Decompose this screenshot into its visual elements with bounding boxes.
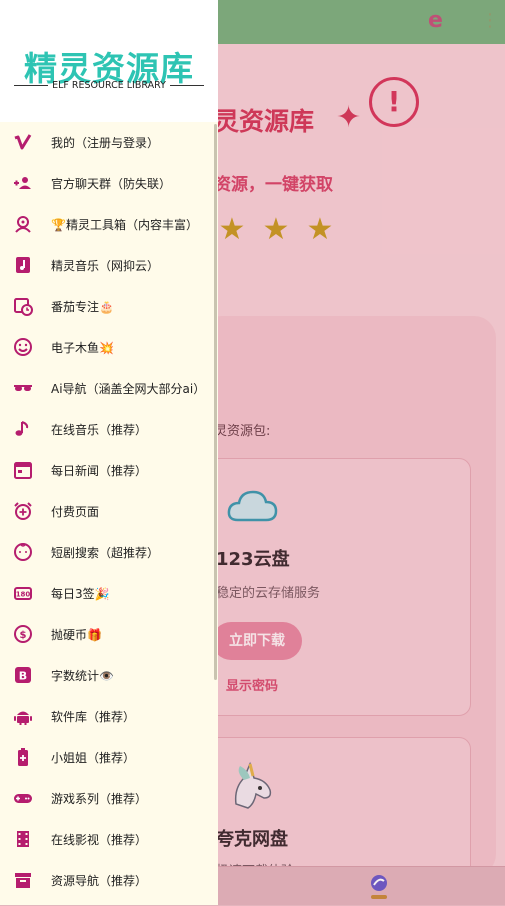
menu-item-online-music[interactable]: 在线音乐（推荐） [0, 409, 218, 450]
toolbox-icon [15, 216, 31, 233]
menu-item-toolbox[interactable]: 🏆精灵工具箱（内容丰富） [0, 204, 218, 245]
blogger-icon: B [15, 667, 31, 683]
alarm-icon [14, 502, 32, 520]
divider [169, 85, 204, 86]
menu-item-ai-nav[interactable]: Ai导航（涵盖全网大部分ai） [0, 368, 218, 409]
drawer-scrollbar[interactable] [214, 124, 217, 680]
calendar-icon [14, 462, 32, 479]
menu-item-label: 小姐姐（推荐） [51, 751, 136, 765]
menu-item-label: 字数统计👁️ [51, 669, 114, 683]
menu-item-label: Ai导航（涵盖全网大部分ai） [51, 382, 206, 396]
menu-item-games[interactable]: 游戏系列（推荐） [0, 778, 218, 819]
menu-item-wooden-fish[interactable]: 电子木鱼💥 [0, 327, 218, 368]
music-icon [15, 421, 29, 436]
menu-item-chat-group[interactable]: 官方聊天群（防失联） [0, 163, 218, 204]
menu-item-online-video[interactable]: 在线影视（推荐） [0, 819, 218, 860]
counter-icon: 180 [14, 587, 32, 600]
menu-item-label: 我的（注册与登录） [51, 136, 160, 150]
menu-item-label: 短剧搜索（超推荐） [51, 546, 160, 560]
music-note-icon [16, 257, 30, 273]
menu-item-drama-search[interactable]: 短剧搜索（超推荐） [0, 532, 218, 573]
svg-text:B: B [19, 670, 27, 683]
menu-item-label: 精灵音乐（网抑云） [51, 259, 160, 273]
menu-item-software-library[interactable]: 软件库（推荐） [0, 696, 218, 737]
navigation-drawer: 精灵资源库 ELF RESOURCE LIBRARY 我的（注册与登录） 官方聊… [0, 0, 218, 905]
svg-text:180: 180 [16, 591, 31, 599]
menu-item-daily-news[interactable]: 每日新闻（推荐） [0, 450, 218, 491]
menu-item-my-account[interactable]: 我的（注册与登录） [0, 122, 218, 163]
drawer-menu: 我的（注册与登录） 官方聊天群（防失联） 🏆精灵工具箱（内容丰富） 精灵音乐（网… [0, 122, 218, 901]
calendar-clock-icon [14, 298, 33, 316]
android-icon [14, 711, 32, 725]
menu-item-label: 官方聊天群（防失联） [51, 177, 172, 191]
menu-item-resource-nav[interactable]: 资源导航（推荐） [0, 860, 218, 901]
menu-item-label: 抛硬币🎁 [51, 628, 102, 642]
drawer-header: 精灵资源库 ELF RESOURCE LIBRARY [0, 0, 218, 122]
menu-item-music-netease[interactable]: 精灵音乐（网抑云） [0, 245, 218, 286]
logo-subtitle: ELF RESOURCE LIBRARY [52, 80, 166, 91]
menu-item-label: 在线音乐（推荐） [51, 423, 148, 437]
menu-item-label: 番茄专注🎂 [51, 300, 114, 314]
menu-item-label: 每日新闻（推荐） [51, 464, 148, 478]
menu-item-word-count[interactable]: B 字数统计👁️ [0, 655, 218, 696]
menu-item-paid-page[interactable]: 付费页面 [0, 491, 218, 532]
battery-plus-icon [18, 748, 28, 766]
menu-item-label: 付费页面 [51, 505, 100, 519]
menu-item-label: 软件库（推荐） [51, 710, 136, 724]
emoji-icon [14, 338, 32, 356]
menu-item-xiaojiejie[interactable]: 小姐姐（推荐） [0, 737, 218, 778]
menu-item-daily-draw[interactable]: 180 每日3签🎉 [0, 573, 218, 614]
logo-subtitle-row: ELF RESOURCE LIBRARY [14, 80, 204, 91]
menu-item-label: 在线影视（推荐） [51, 833, 148, 847]
menu-item-coin-flip[interactable]: $ 抛硬币🎁 [0, 614, 218, 655]
menu-item-label: 游戏系列（推荐） [51, 792, 148, 806]
baby-face-icon [14, 543, 32, 561]
group-add-icon [14, 177, 31, 189]
sunglasses-icon [14, 385, 32, 391]
menu-item-label: 每日3签🎉 [51, 587, 110, 601]
menu-item-label: 电子木鱼💥 [51, 341, 114, 355]
divider [14, 85, 49, 86]
archive-icon [15, 873, 31, 888]
menu-item-label: 🏆精灵工具箱（内容丰富） [51, 218, 198, 232]
vimeo-icon [14, 134, 32, 150]
menu-item-label: 资源导航（推荐） [51, 874, 148, 888]
svg-text:$: $ [20, 630, 27, 641]
coin-icon: $ [14, 625, 32, 643]
film-icon [17, 831, 29, 847]
menu-item-pomodoro[interactable]: 番茄专注🎂 [0, 286, 218, 327]
gamepad-icon [14, 794, 32, 803]
